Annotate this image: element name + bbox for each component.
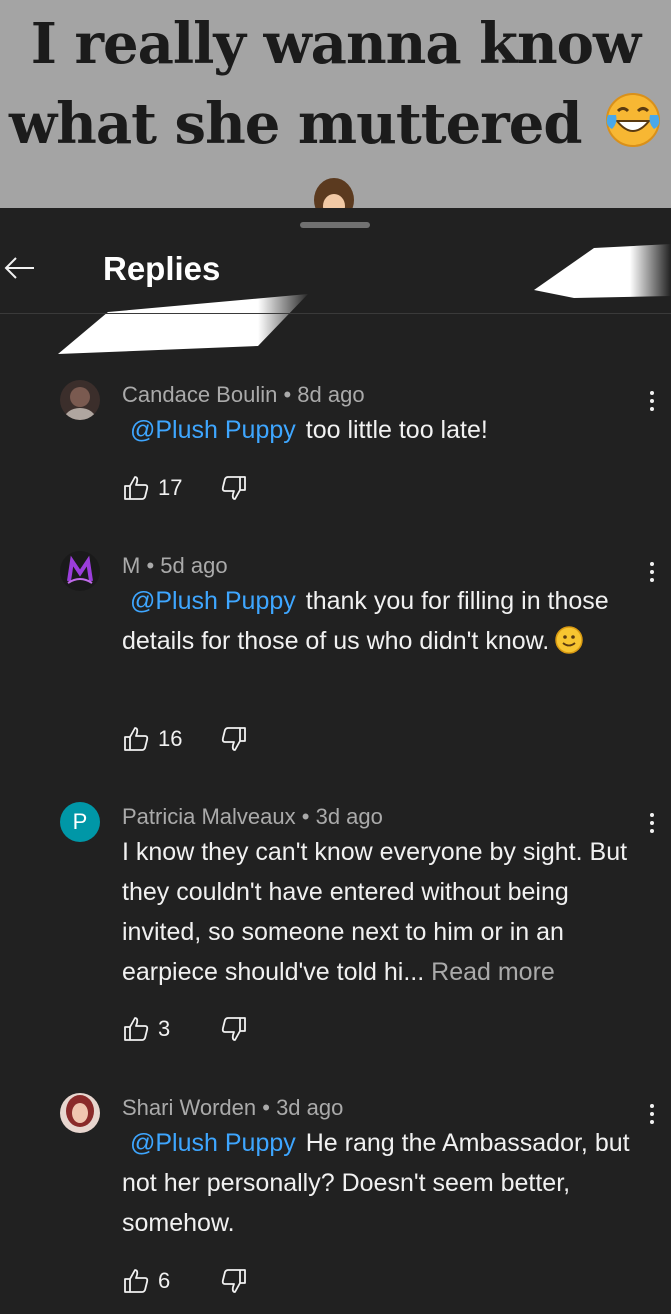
more-options-icon[interactable]: [645, 559, 659, 589]
video-caption: I really wanna know what she muttered: [0, 4, 671, 164]
meta-separator: •: [283, 382, 292, 407]
comment-age: 3d ago: [276, 1095, 344, 1120]
comment-age: 3d ago: [315, 804, 383, 829]
comment-age: 8d ago: [297, 382, 365, 407]
avatar[interactable]: P: [60, 802, 100, 842]
comment-age: 5d ago: [160, 553, 228, 578]
header-divider: [0, 313, 671, 314]
more-options-icon[interactable]: [645, 810, 659, 840]
comment-author[interactable]: M: [122, 553, 140, 578]
thumbs-up-icon[interactable]: [122, 1015, 150, 1043]
comment-meta: M • 5d ago: [122, 553, 228, 579]
comment-author[interactable]: Patricia Malveaux: [122, 804, 296, 829]
drag-handle[interactable]: [300, 222, 370, 228]
avatar-photo: [60, 1093, 100, 1133]
page-title: Replies: [103, 250, 221, 287]
thumbs-down-icon[interactable]: [220, 474, 248, 502]
caption-line-2-wrap: what she muttered: [0, 84, 671, 164]
mention-link[interactable]: @Plush Puppy: [122, 587, 296, 615]
comment-body: @Plush Puppy He rang the Ambassador, but …: [122, 1123, 647, 1243]
comment-body: @Plush Puppy too little too late!: [122, 410, 647, 450]
video-frame[interactable]: I really wanna know what she muttered: [0, 0, 671, 208]
arrow-left-icon[interactable]: [0, 248, 40, 288]
comment-author[interactable]: Candace Boulin: [122, 382, 277, 407]
slight-smile-emoji-icon: [555, 626, 583, 654]
meta-separator: •: [146, 553, 155, 578]
caption-line-2: what she muttered: [8, 91, 583, 157]
more-options-icon[interactable]: [645, 388, 659, 418]
caption-line-1: I really wanna know: [30, 11, 641, 77]
avatar-letter: P: [72, 809, 88, 834]
person-head-graphic: [314, 178, 354, 208]
avatar-photo: [60, 380, 100, 420]
thumbs-up-icon[interactable]: [122, 474, 150, 502]
like-count: 3: [158, 1016, 171, 1041]
avatar-logo: [60, 551, 100, 591]
redaction-mark: [58, 294, 308, 354]
comment-meta: Patricia Malveaux • 3d ago: [122, 804, 383, 830]
comment-body: @Plush Puppy thank you for filling in tho…: [122, 581, 647, 661]
thumbs-down-icon[interactable]: [220, 1015, 248, 1043]
read-more-link[interactable]: Read more: [431, 958, 555, 986]
avatar[interactable]: [60, 380, 100, 420]
comment-meta: Candace Boulin • 8d ago: [122, 382, 365, 408]
thumbs-up-icon[interactable]: [122, 1267, 150, 1295]
redaction-mark: [534, 244, 671, 298]
thumbs-down-icon[interactable]: [220, 725, 248, 753]
mention-link[interactable]: @Plush Puppy: [122, 1129, 296, 1157]
meta-separator: •: [301, 804, 310, 829]
comment-meta: Shari Worden • 3d ago: [122, 1095, 343, 1121]
like-count: 16: [158, 726, 183, 751]
avatar[interactable]: [60, 551, 100, 591]
comment-author[interactable]: Shari Worden: [122, 1095, 256, 1120]
like-count: 17: [158, 475, 183, 500]
laughing-tears-emoji-icon: [606, 93, 661, 147]
thumbs-up-icon[interactable]: [122, 725, 150, 753]
more-options-icon[interactable]: [645, 1101, 659, 1131]
like-count: 6: [158, 1268, 171, 1293]
mention-link[interactable]: @Plush Puppy: [122, 416, 296, 444]
meta-separator: •: [262, 1095, 270, 1120]
thumbs-down-icon[interactable]: [220, 1267, 248, 1295]
comment-text: too little too late!: [305, 416, 488, 444]
avatar[interactable]: [60, 1093, 100, 1133]
comment-body: I know they can't know everyone by sight…: [122, 832, 647, 992]
